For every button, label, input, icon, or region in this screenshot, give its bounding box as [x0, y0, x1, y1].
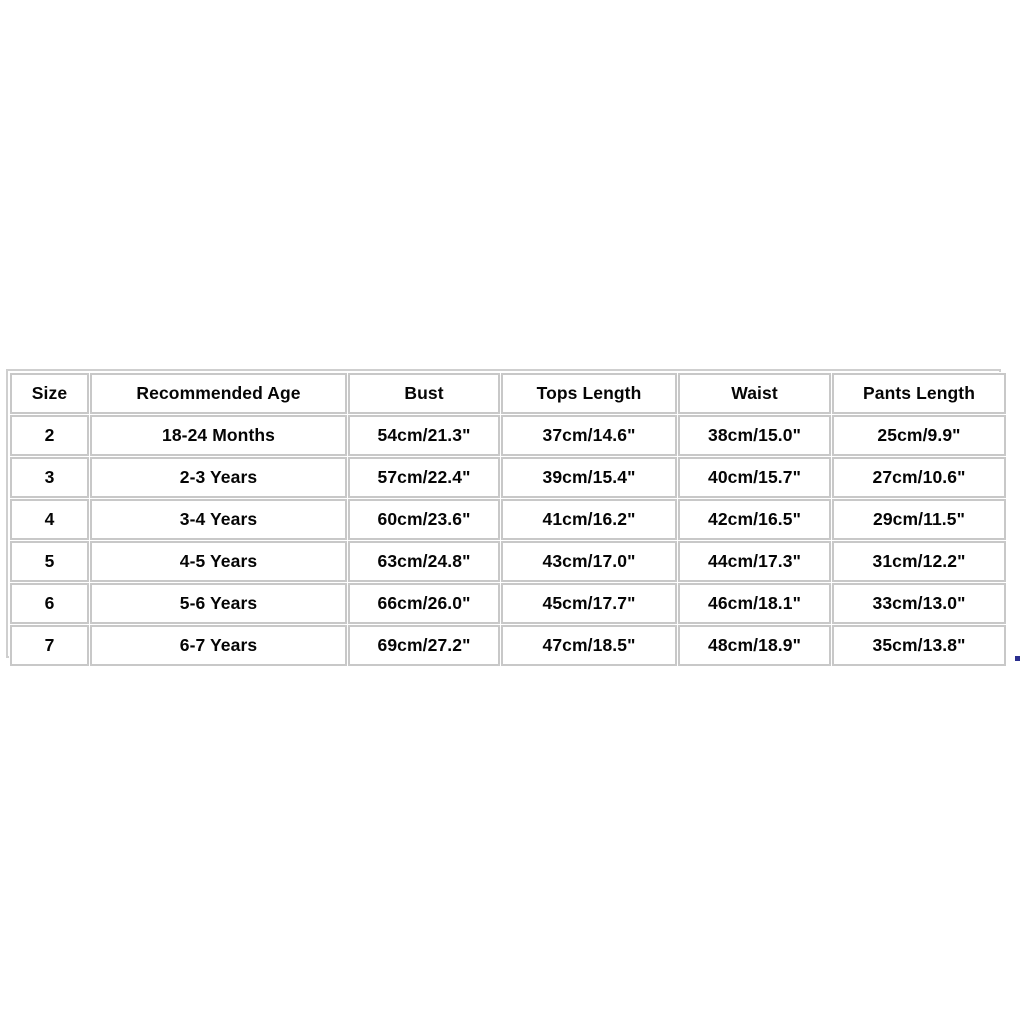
- cell-recommended-age: 3-4 Years: [90, 499, 347, 540]
- cell-waist: 40cm/15.7": [678, 457, 831, 498]
- table-row: 7 6-7 Years 69cm/27.2" 47cm/18.5" 48cm/1…: [10, 625, 1006, 666]
- cell-size: 3: [10, 457, 89, 498]
- cell-bust: 60cm/23.6": [348, 499, 500, 540]
- table-header-row: Size Recommended Age Bust Tops Length Wa…: [10, 373, 1006, 414]
- cell-pants-length: 31cm/12.2": [832, 541, 1006, 582]
- cell-waist: 42cm/16.5": [678, 499, 831, 540]
- cell-bust: 63cm/24.8": [348, 541, 500, 582]
- cell-waist: 44cm/17.3": [678, 541, 831, 582]
- column-header-bust: Bust: [348, 373, 500, 414]
- size-chart-container: Size Recommended Age Bust Tops Length Wa…: [6, 369, 1007, 667]
- cell-tops-length: 39cm/15.4": [501, 457, 677, 498]
- cell-bust: 57cm/22.4": [348, 457, 500, 498]
- cell-recommended-age: 2-3 Years: [90, 457, 347, 498]
- cell-bust: 69cm/27.2": [348, 625, 500, 666]
- cell-waist: 48cm/18.9": [678, 625, 831, 666]
- table-row: 5 4-5 Years 63cm/24.8" 43cm/17.0" 44cm/1…: [10, 541, 1006, 582]
- cell-pants-length: 33cm/13.0": [832, 583, 1006, 624]
- cell-tops-length: 47cm/18.5": [501, 625, 677, 666]
- cell-tops-length: 45cm/17.7": [501, 583, 677, 624]
- cell-pants-length: 25cm/9.9": [832, 415, 1006, 456]
- column-header-recommended-age: Recommended Age: [90, 373, 347, 414]
- column-header-size: Size: [10, 373, 89, 414]
- size-chart-table: Size Recommended Age Bust Tops Length Wa…: [9, 372, 1007, 667]
- column-header-pants-length: Pants Length: [832, 373, 1006, 414]
- edge-artifact-mark: [1015, 656, 1020, 661]
- cell-recommended-age: 18-24 Months: [90, 415, 347, 456]
- table-row: 2 18-24 Months 54cm/21.3" 37cm/14.6" 38c…: [10, 415, 1006, 456]
- cell-bust: 66cm/26.0": [348, 583, 500, 624]
- cell-size: 6: [10, 583, 89, 624]
- column-header-tops-length: Tops Length: [501, 373, 677, 414]
- column-header-waist: Waist: [678, 373, 831, 414]
- cell-recommended-age: 6-7 Years: [90, 625, 347, 666]
- cell-recommended-age: 4-5 Years: [90, 541, 347, 582]
- cell-pants-length: 35cm/13.8": [832, 625, 1006, 666]
- cell-tops-length: 41cm/16.2": [501, 499, 677, 540]
- cell-bust: 54cm/21.3": [348, 415, 500, 456]
- cell-waist: 38cm/15.0": [678, 415, 831, 456]
- cell-recommended-age: 5-6 Years: [90, 583, 347, 624]
- cell-tops-length: 37cm/14.6": [501, 415, 677, 456]
- table-row: 6 5-6 Years 66cm/26.0" 45cm/17.7" 46cm/1…: [10, 583, 1006, 624]
- cell-pants-length: 29cm/11.5": [832, 499, 1006, 540]
- cell-size: 7: [10, 625, 89, 666]
- cell-tops-length: 43cm/17.0": [501, 541, 677, 582]
- cell-size: 5: [10, 541, 89, 582]
- cell-pants-length: 27cm/10.6": [832, 457, 1006, 498]
- table-row: 3 2-3 Years 57cm/22.4" 39cm/15.4" 40cm/1…: [10, 457, 1006, 498]
- cell-size: 4: [10, 499, 89, 540]
- cell-size: 2: [10, 415, 89, 456]
- cell-waist: 46cm/18.1": [678, 583, 831, 624]
- table-row: 4 3-4 Years 60cm/23.6" 41cm/16.2" 42cm/1…: [10, 499, 1006, 540]
